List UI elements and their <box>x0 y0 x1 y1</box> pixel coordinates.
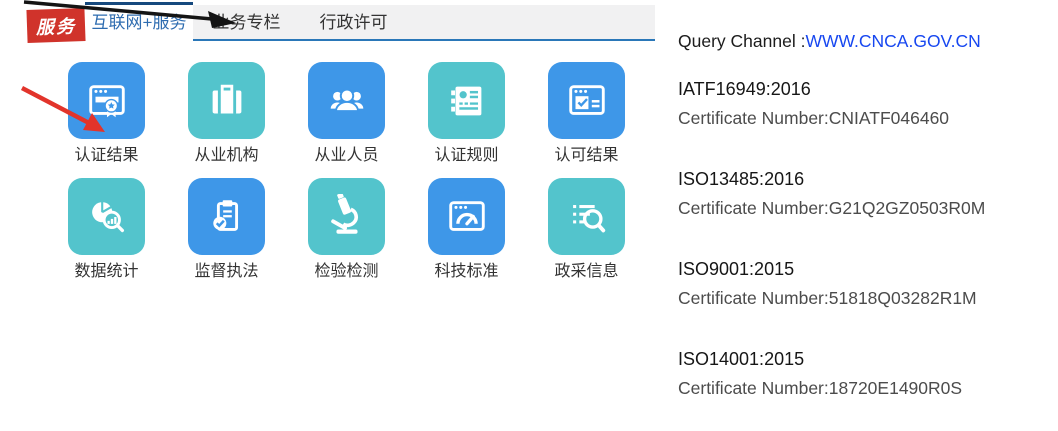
grid-item-inspection-testing[interactable]: 检验检测 <box>308 178 385 281</box>
certificate-standard: ISO14001:2015 <box>678 348 1048 370</box>
tab-administrative-license[interactable]: 行政许可 <box>300 5 407 41</box>
microscope-icon <box>308 178 385 255</box>
list-search-icon <box>548 178 625 255</box>
grid-item-label: 科技标准 <box>428 262 505 281</box>
grid-item-label: 从业人员 <box>308 146 385 165</box>
query-channel-label: Query Channel : <box>678 31 805 51</box>
certificate-number-line: Certificate Number:G21Q2GZ0503R0M <box>678 197 1048 219</box>
checklist-window-icon <box>548 62 625 139</box>
tab-business-column[interactable]: 业务专栏 <box>193 5 300 41</box>
tab-internet-services[interactable]: 互联网+服务 <box>85 2 193 41</box>
certificate-number-label: Certificate Number: <box>678 288 829 308</box>
grid-item-procurement-info[interactable]: 政采信息 <box>548 178 625 281</box>
grid-item-supervision-enforcement[interactable]: 监督执法 <box>188 178 265 281</box>
certificate-number-label: Certificate Number: <box>678 198 829 218</box>
query-channel-line: Query Channel :WWW.CNCA.GOV.CN <box>678 30 1048 52</box>
grid-item-practitioners[interactable]: 从业人员 <box>308 62 385 165</box>
cnca-services-page: 互联网+服务 业务专栏 行政许可 服务 认证结果 <box>0 0 1058 431</box>
grid-item-label: 从业机构 <box>188 146 265 165</box>
grid-item-practicing-institutions[interactable]: 从业机构 <box>188 62 265 165</box>
certificate-number-line: Certificate Number:18720E1490R0S <box>678 377 1048 399</box>
certificate-entry: ISO14001:2015 Certificate Number:18720E1… <box>678 348 1048 399</box>
grid-item-certification-rules[interactable]: 认证规则 <box>428 62 505 165</box>
certificate-query-panel: Query Channel :WWW.CNCA.GOV.CN IATF16949… <box>678 30 1048 431</box>
grid-item-label: 检验检测 <box>308 262 385 281</box>
certificate-number-value: 18720E1490R0S <box>829 378 962 398</box>
grid-item-accreditation-results[interactable]: 认可结果 <box>548 62 625 165</box>
services-grid: 认证结果 从业机构 <box>68 62 625 281</box>
grid-item-label: 监督执法 <box>188 262 265 281</box>
grid-item-label: 政采信息 <box>548 262 625 281</box>
grid-item-label: 认证结果 <box>68 146 145 165</box>
pie-chart-magnifier-icon <box>68 178 145 255</box>
certificate-number-label: Certificate Number: <box>678 378 829 398</box>
certificate-window-icon <box>68 62 145 139</box>
certificate-number-value: 51818Q03282R1M <box>829 288 977 308</box>
certificate-entry: ISO9001:2015 Certificate Number:51818Q03… <box>678 258 1048 309</box>
certificate-entry: ISO13485:2016 Certificate Number:G21Q2GZ… <box>678 168 1048 219</box>
certificate-standard: ISO9001:2015 <box>678 258 1048 280</box>
grid-item-data-statistics[interactable]: 数据统计 <box>68 178 145 281</box>
certificate-standard: IATF16949:2016 <box>678 78 1048 100</box>
grid-item-label: 数据统计 <box>68 262 145 281</box>
service-badge: 服务 <box>26 8 85 43</box>
certificate-standard: ISO13485:2016 <box>678 168 1048 190</box>
grid-item-label: 认可结果 <box>548 146 625 165</box>
clipboard-check-icon <box>188 178 265 255</box>
certificate-number-label: Certificate Number: <box>678 108 829 128</box>
query-channel-link[interactable]: WWW.CNCA.GOV.CN <box>805 31 980 51</box>
grid-item-label: 认证规则 <box>428 146 505 165</box>
certificate-number-line: Certificate Number:51818Q03282R1M <box>678 287 1048 309</box>
certificate-number-line: Certificate Number:CNIATF046460 <box>678 107 1048 129</box>
certificate-number-value: G21Q2GZ0503R0M <box>829 198 986 218</box>
rulebook-icon <box>428 62 505 139</box>
services-tabbar: 互联网+服务 业务专栏 行政许可 <box>85 5 655 41</box>
tabbar-filler <box>407 5 655 39</box>
certificate-number-value: CNIATF046460 <box>829 108 949 128</box>
grid-item-technology-standards[interactable]: 科技标准 <box>428 178 505 281</box>
grid-item-certification-results[interactable]: 认证结果 <box>68 62 145 165</box>
certificate-entry: IATF16949:2016 Certificate Number:CNIATF… <box>678 78 1048 129</box>
gauge-window-icon <box>428 178 505 255</box>
briefcase-icon <box>188 62 265 139</box>
people-group-icon <box>308 62 385 139</box>
